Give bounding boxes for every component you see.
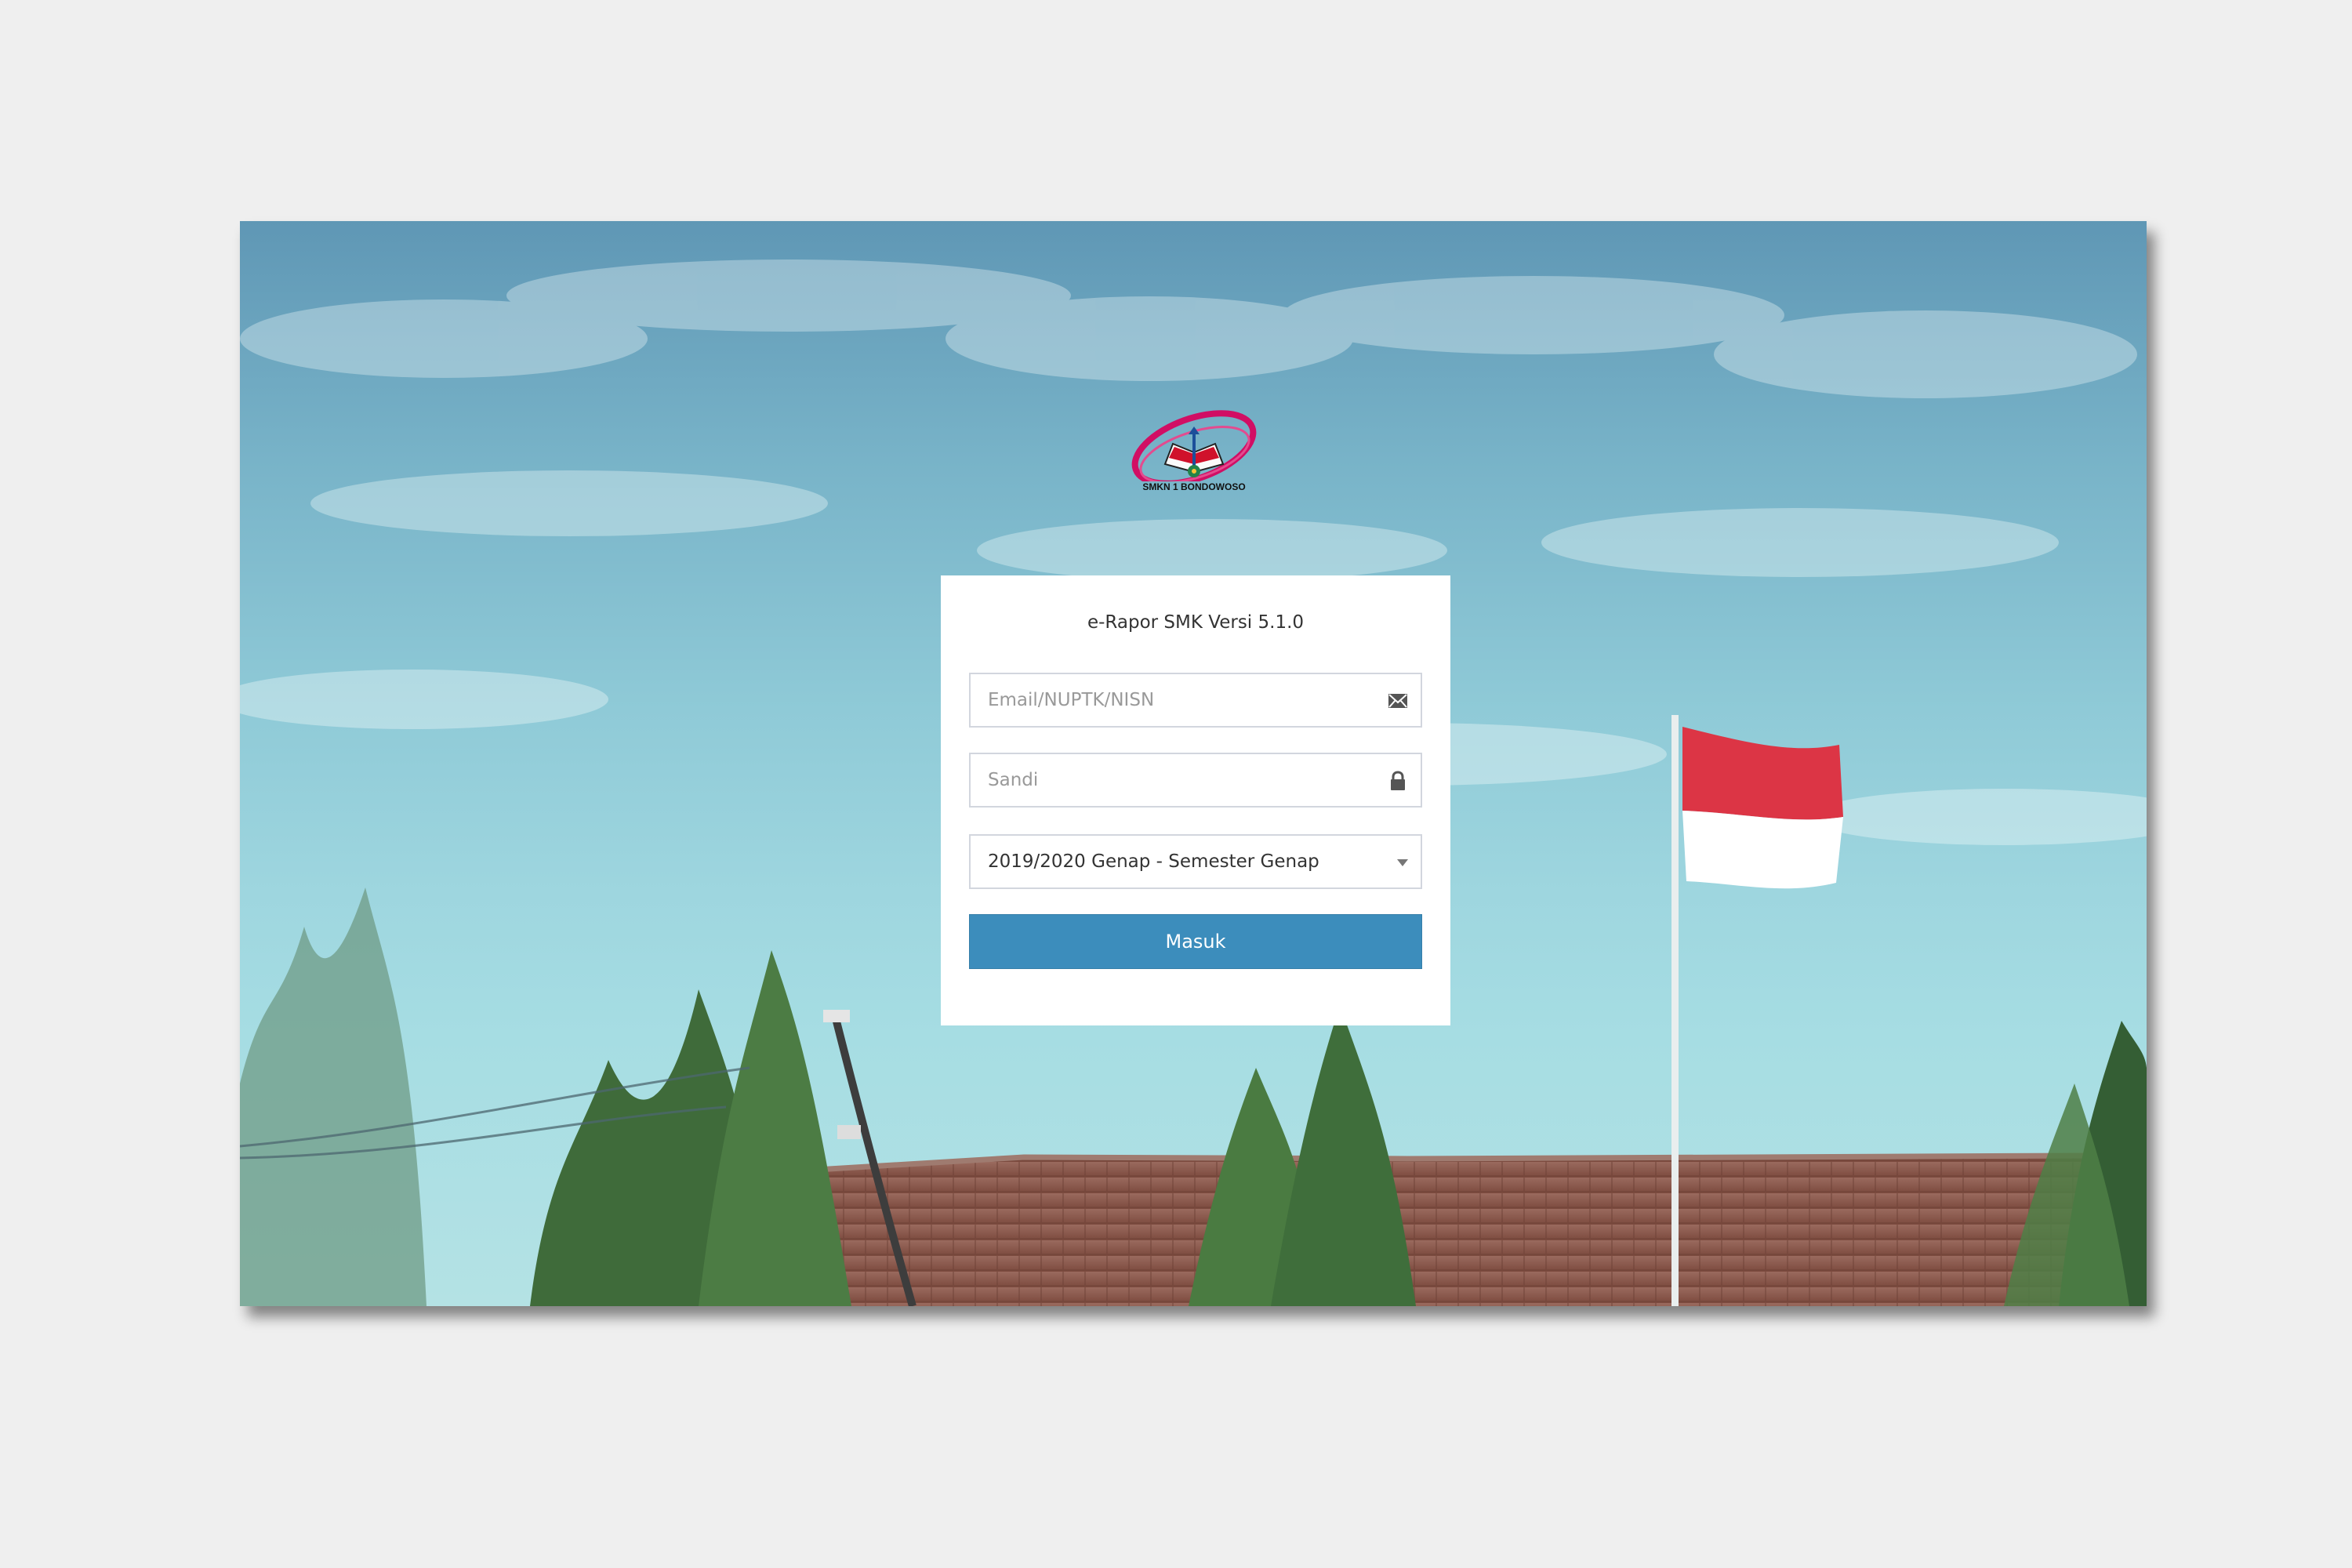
login-screen: SMKN 1 BONDOWOSO e-Rapor SMK Versi 5.1.0… [240,221,2147,1306]
school-logo: SMKN 1 BONDOWOSO [1127,409,1261,500]
semester-select[interactable]: 2019/2020 Genap - Semester Genap [969,834,1422,889]
building-roof [815,1152,2107,1306]
login-card: e-Rapor SMK Versi 5.1.0 2019/2020 Genap … [941,575,1450,1025]
password-field[interactable] [969,753,1422,808]
chevron-down-icon [1397,859,1408,866]
semester-selected-value: 2019/2020 Genap - Semester Genap [988,851,1319,872]
password-input[interactable] [971,754,1421,806]
email-input[interactable] [971,674,1421,726]
login-button[interactable]: Masuk [969,914,1422,969]
envelope-icon [1388,694,1407,708]
email-field[interactable] [969,673,1422,728]
login-title: e-Rapor SMK Versi 5.1.0 [1087,612,1305,633]
lock-icon [1391,771,1405,790]
school-name: SMKN 1 BONDOWOSO [1142,481,1246,492]
school-logo-icon [1131,410,1257,481]
